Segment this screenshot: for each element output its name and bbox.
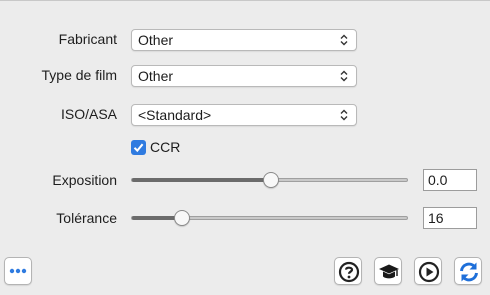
tolerance-label: Tolérance (56, 210, 117, 226)
play-button[interactable] (414, 257, 442, 285)
ccr-label: CCR (150, 139, 181, 155)
exposure-input[interactable]: 0.0 (423, 169, 477, 191)
top-divider (0, 0, 490, 1)
refresh-button[interactable] (454, 257, 482, 285)
iso-select-value: <Standard> (138, 107, 212, 123)
refresh-icon (460, 262, 478, 282)
exposure-slider[interactable] (131, 172, 408, 188)
maker-select[interactable]: Other (131, 29, 357, 51)
maker-label: Fabricant (58, 31, 117, 47)
iso-label: ISO/ASA (60, 106, 117, 122)
exposure-slider-fill (132, 178, 271, 182)
film-type-select[interactable]: Other (131, 65, 357, 87)
checkmark-icon (133, 143, 144, 153)
tolerance-slider[interactable] (131, 210, 408, 226)
ccr-checkbox[interactable] (131, 140, 146, 155)
tolerance-slider-thumb[interactable] (173, 210, 190, 226)
ellipsis-icon (9, 268, 27, 274)
film-type-select-value: Other (138, 68, 174, 84)
exposure-slider-thumb[interactable] (262, 172, 279, 188)
play-icon (418, 261, 440, 283)
tutorial-button[interactable] (374, 257, 402, 285)
exposure-label: Exposition (52, 172, 117, 188)
iso-select[interactable]: <Standard> (131, 104, 357, 126)
tolerance-input[interactable]: 16 (423, 207, 477, 229)
help-button[interactable] (334, 257, 362, 285)
more-options-button[interactable] (4, 257, 32, 285)
question-icon (338, 261, 360, 283)
updown-chevron-icon (340, 109, 348, 121)
maker-select-value: Other (138, 32, 174, 48)
graduation-cap-icon (379, 264, 399, 279)
updown-chevron-icon (340, 34, 348, 46)
updown-chevron-icon (340, 70, 348, 82)
film-type-label: Type de film (41, 67, 117, 83)
